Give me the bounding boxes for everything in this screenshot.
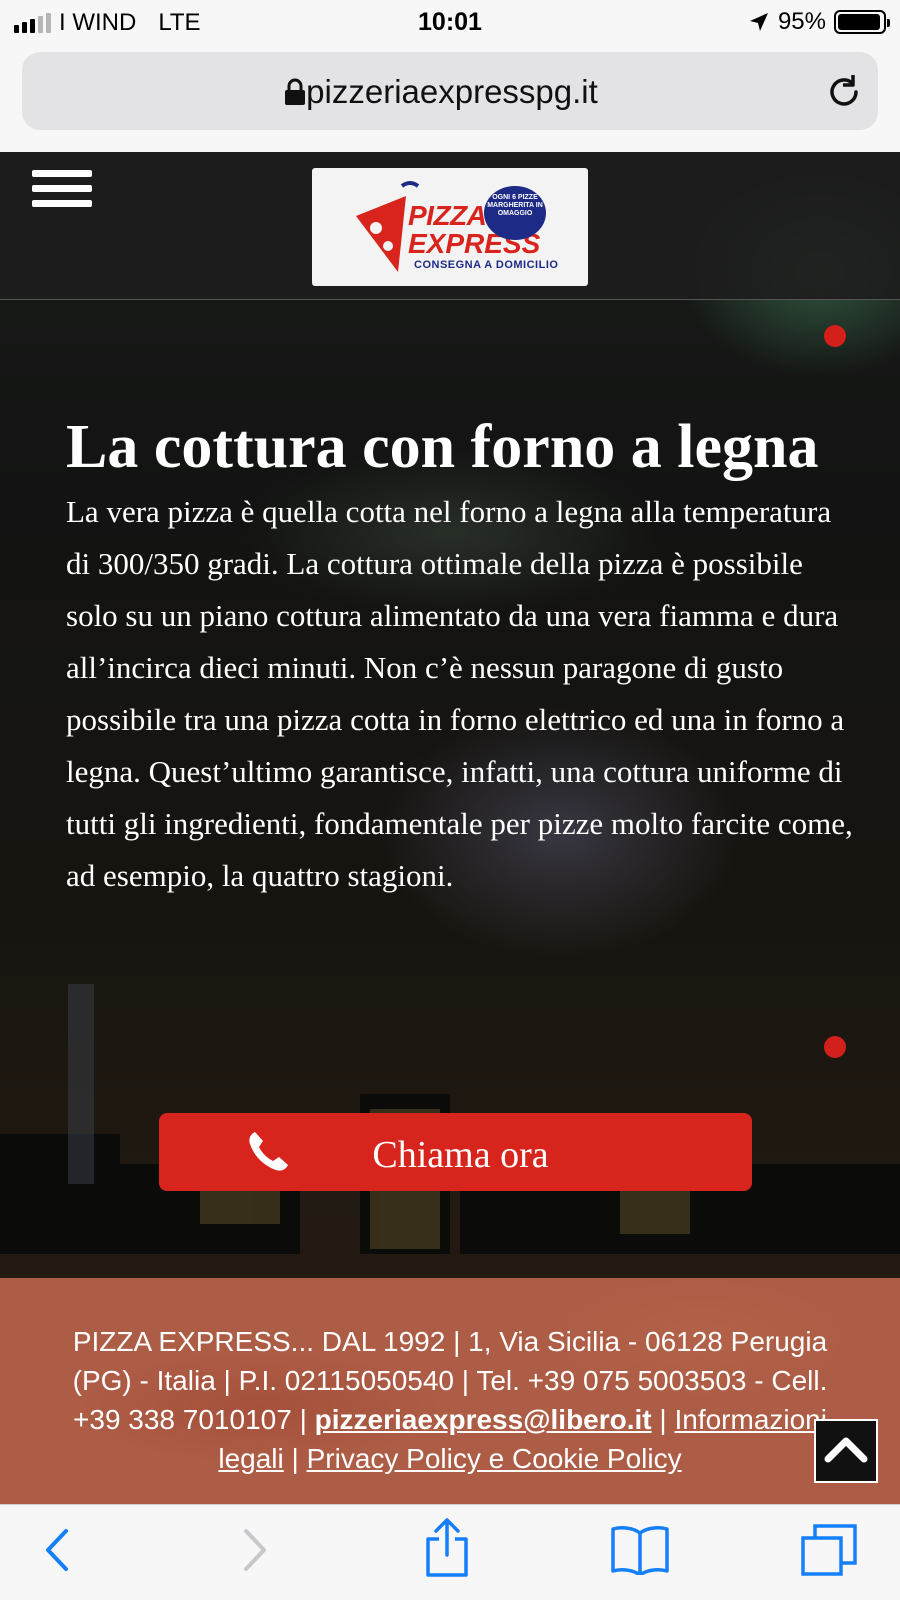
share-icon[interactable]: [424, 1517, 470, 1579]
slider-dot[interactable]: [824, 1036, 846, 1058]
pizza-express-logo[interactable]: PIZZA EXPRESS CONSEGNA A DOMICILIO OGNI …: [312, 168, 588, 286]
address-bar[interactable]: pizzeriaexpresspg.it: [22, 52, 878, 130]
reload-icon[interactable]: [826, 72, 862, 110]
footer-separator: |: [283, 1443, 299, 1474]
back-icon[interactable]: [40, 1525, 74, 1575]
footer-email-link[interactable]: pizzeriaexpress@libero.it: [315, 1404, 652, 1435]
scroll-to-top-button[interactable]: [814, 1419, 878, 1483]
battery-icon: [834, 10, 890, 34]
forward-icon[interactable]: [238, 1525, 272, 1575]
call-now-label: Chiama ora: [372, 1134, 549, 1176]
logo-title-line1: PIZZA: [408, 200, 487, 231]
browser-address-area: pizzeriaexpresspg.it: [0, 48, 900, 152]
hamburger-menu-icon[interactable]: [32, 170, 92, 214]
hero-title: La cottura con forno a legna: [66, 413, 819, 481]
logo-tagline: CONSEGNA A DOMICILIO: [414, 259, 559, 271]
footer-privacy-link[interactable]: Privacy Policy e Cookie Policy: [307, 1443, 682, 1474]
site-header: PIZZA EXPRESS CONSEGNA A DOMICILIO OGNI …: [0, 152, 900, 300]
battery-percent: 95%: [777, 8, 826, 35]
location-arrow-icon: [749, 13, 768, 31]
status-right: 95%: [748, 8, 890, 36]
tabs-icon[interactable]: [800, 1523, 858, 1577]
slider-dot[interactable]: [824, 325, 846, 347]
chevron-up-icon: [824, 1437, 868, 1463]
call-now-button[interactable]: Chiama ora: [159, 1113, 752, 1191]
bookmarks-icon[interactable]: [610, 1523, 670, 1575]
web-page: PIZZA EXPRESS CONSEGNA A DOMICILIO OGNI …: [0, 152, 900, 1504]
hero-paragraph: La vera pizza è quella cotta nel forno a…: [66, 494, 853, 893]
url-text[interactable]: pizzeriaexpresspg.it: [22, 73, 900, 111]
status-bar: I WIND LTE 10:01 95%: [0, 0, 900, 48]
browser-toolbar: [0, 1504, 900, 1600]
footer-separator: |: [651, 1404, 675, 1435]
site-footer: PIZZA EXPRESS... DAL 1992 | 1, Via Sicil…: [0, 1278, 900, 1504]
logo-badge: OGNI 6 PIZZE MARGHERITA IN OMAGGIO: [484, 186, 546, 240]
city-skyline-background: [0, 984, 900, 1254]
